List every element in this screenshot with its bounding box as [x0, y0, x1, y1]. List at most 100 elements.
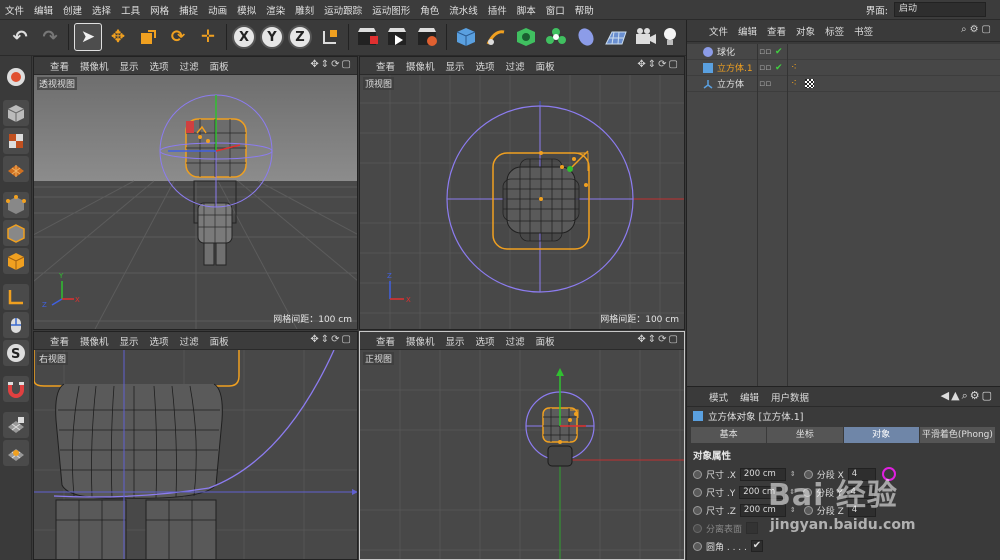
menu-item[interactable]: 捕捉: [174, 3, 203, 17]
animate-radio[interactable]: [693, 523, 702, 533]
menu-item[interactable]: 模拟: [232, 3, 261, 17]
attr-menu-edit[interactable]: 编辑: [740, 390, 759, 404]
visibility-dots-icon[interactable]: ▫▫: [759, 47, 771, 57]
tweak-mode-icon[interactable]: [3, 312, 29, 338]
om-menu-view[interactable]: 查看: [767, 24, 786, 38]
fillet-checkbox[interactable]: ✔: [750, 540, 763, 552]
magnet-icon[interactable]: [3, 376, 29, 402]
floor-icon[interactable]: [602, 23, 630, 51]
vp-menu-display[interactable]: 显示: [120, 334, 139, 348]
vp-menu-options[interactable]: 选项: [150, 334, 169, 348]
vp-menu-filter[interactable]: 过滤: [506, 59, 525, 73]
vp-menu-panel[interactable]: 面板: [210, 59, 229, 73]
vp-menu-camera[interactable]: 摄像机: [406, 59, 435, 73]
tab-basic[interactable]: 基本: [691, 427, 768, 443]
object-row-spherify[interactable]: 球化 ▫▫ ✔: [687, 44, 1000, 60]
menu-item[interactable]: 运动跟踪: [319, 3, 367, 17]
deformer-icon[interactable]: [572, 23, 600, 51]
viewport-nav-icons[interactable]: ✥⇕⟳▢: [637, 59, 680, 70]
animate-radio[interactable]: [693, 541, 702, 551]
undo-icon[interactable]: ↶: [6, 23, 34, 51]
viewport-nav-icons[interactable]: ✥⇕⟳▢: [310, 334, 353, 345]
recent-tool-icon[interactable]: ✛: [194, 23, 222, 51]
om-menu-bookmarks[interactable]: 书签: [854, 24, 873, 38]
vp-menu-panel[interactable]: 面板: [536, 334, 555, 348]
vp-menu-filter[interactable]: 过滤: [180, 59, 199, 73]
viewport-right[interactable]: 查看 摄像机 显示 选项 过滤 面板 ✥⇕⟳▢ 右视图: [33, 331, 358, 560]
texture-mode-icon[interactable]: [3, 128, 29, 154]
viewport-front[interactable]: 查看 摄像机 显示 选项 过滤 面板 ✥⇕⟳▢ 正视图: [359, 331, 685, 560]
menu-item[interactable]: 帮助: [570, 3, 599, 17]
menu-item[interactable]: 创建: [58, 3, 87, 17]
lock-z-axis-button[interactable]: Z: [288, 25, 312, 49]
vp-menu-view[interactable]: 查看: [376, 59, 395, 73]
make-editable-icon[interactable]: [3, 64, 29, 90]
menu-item[interactable]: 动画: [203, 3, 232, 17]
vp-menu-options[interactable]: 选项: [150, 59, 169, 73]
vp-menu-filter[interactable]: 过滤: [506, 334, 525, 348]
vp-menu-filter[interactable]: 过滤: [180, 334, 199, 348]
tab-object[interactable]: 对象: [843, 427, 920, 443]
tab-coord[interactable]: 坐标: [767, 427, 844, 443]
model-mode-icon[interactable]: [3, 100, 29, 126]
animate-radio[interactable]: [693, 505, 702, 515]
polygons-mode-icon[interactable]: [3, 248, 29, 274]
object-row-cube[interactable]: 立方体 ▫▫ ⁖: [687, 76, 1000, 92]
om-menu-edit[interactable]: 编辑: [738, 24, 757, 38]
enabled-check-icon[interactable]: ✔: [775, 63, 783, 73]
menu-item[interactable]: 插件: [483, 3, 512, 17]
viewport-top[interactable]: 查看 摄像机 显示 选项 过滤 面板 ✥⇕⟳▢ 顶视图 Z X 网格间距：100…: [359, 56, 685, 330]
vp-menu-options[interactable]: 选项: [476, 334, 495, 348]
menu-item[interactable]: 雕刻: [290, 3, 319, 17]
lock-x-axis-button[interactable]: X: [232, 25, 256, 49]
viewport-perspective[interactable]: 查看 摄像机 显示 选项 过滤 面板 ✥⇕⟳▢ 透视视图 Y Z X 网格间距：…: [33, 56, 358, 330]
cloner-icon[interactable]: [542, 23, 570, 51]
menu-item[interactable]: 运动图形: [367, 3, 415, 17]
vp-menu-display[interactable]: 显示: [120, 59, 139, 73]
attr-menu-mode[interactable]: 模式: [709, 390, 728, 404]
om-menu-file[interactable]: 文件: [709, 24, 728, 38]
redo-icon[interactable]: ↷: [36, 23, 64, 51]
vp-menu-display[interactable]: 显示: [446, 334, 465, 348]
tag-icon[interactable]: ⁖: [791, 62, 797, 73]
menu-item[interactable]: 窗口: [541, 3, 570, 17]
light-icon[interactable]: [656, 23, 684, 51]
om-menu-objects[interactable]: 对象: [796, 24, 815, 38]
vp-menu-panel[interactable]: 面板: [210, 334, 229, 348]
visibility-dots-icon[interactable]: ▫▫: [759, 79, 771, 89]
visibility-dots-icon[interactable]: ▫▫: [759, 63, 771, 73]
animate-radio[interactable]: [693, 487, 702, 497]
menu-item[interactable]: 选择: [87, 3, 116, 17]
move-tool-icon[interactable]: ✥: [104, 23, 132, 51]
lock-y-axis-button[interactable]: Y: [260, 25, 284, 49]
vp-menu-view[interactable]: 查看: [50, 59, 69, 73]
menu-item[interactable]: 网格: [145, 3, 174, 17]
render-view-icon[interactable]: [354, 23, 382, 51]
menu-item[interactable]: 文件: [0, 3, 29, 17]
viewport-nav-icons[interactable]: ✥⇕⟳▢: [637, 334, 680, 345]
vp-menu-camera[interactable]: 摄像机: [80, 334, 109, 348]
menu-item[interactable]: 渲染: [261, 3, 290, 17]
vp-menu-view[interactable]: 查看: [50, 334, 69, 348]
vp-menu-camera[interactable]: 摄像机: [406, 334, 435, 348]
planar-workplane-icon[interactable]: [3, 440, 29, 466]
object-row-cube-1[interactable]: 立方体.1 ▫▫ ✔ ⁖: [687, 60, 1000, 76]
separate-surfaces-checkbox[interactable]: [746, 522, 759, 534]
snapping-icon[interactable]: S: [3, 340, 29, 366]
select-arrow-icon[interactable]: ➤: [74, 23, 102, 51]
edges-mode-icon[interactable]: [3, 220, 29, 246]
vp-menu-view[interactable]: 查看: [376, 334, 395, 348]
subdivision-surface-icon[interactable]: [512, 23, 540, 51]
menu-item[interactable]: 流水线: [444, 3, 483, 17]
attr-menu-userdata[interactable]: 用户数据: [771, 390, 809, 404]
render-settings-icon[interactable]: [414, 23, 442, 51]
vp-menu-panel[interactable]: 面板: [536, 59, 555, 73]
axis-mode-icon[interactable]: [3, 284, 29, 310]
layout-select[interactable]: 启动: [894, 2, 986, 17]
rotate-tool-icon[interactable]: ⟳: [164, 23, 192, 51]
workplane-lock-icon[interactable]: [3, 412, 29, 438]
texture-tag-icon[interactable]: [805, 79, 814, 88]
enabled-check-icon[interactable]: ✔: [775, 47, 783, 57]
attr-nav-icons[interactable]: ◀▲⌕⚙▢: [941, 389, 994, 403]
tag-icon[interactable]: ⁖: [791, 78, 797, 89]
